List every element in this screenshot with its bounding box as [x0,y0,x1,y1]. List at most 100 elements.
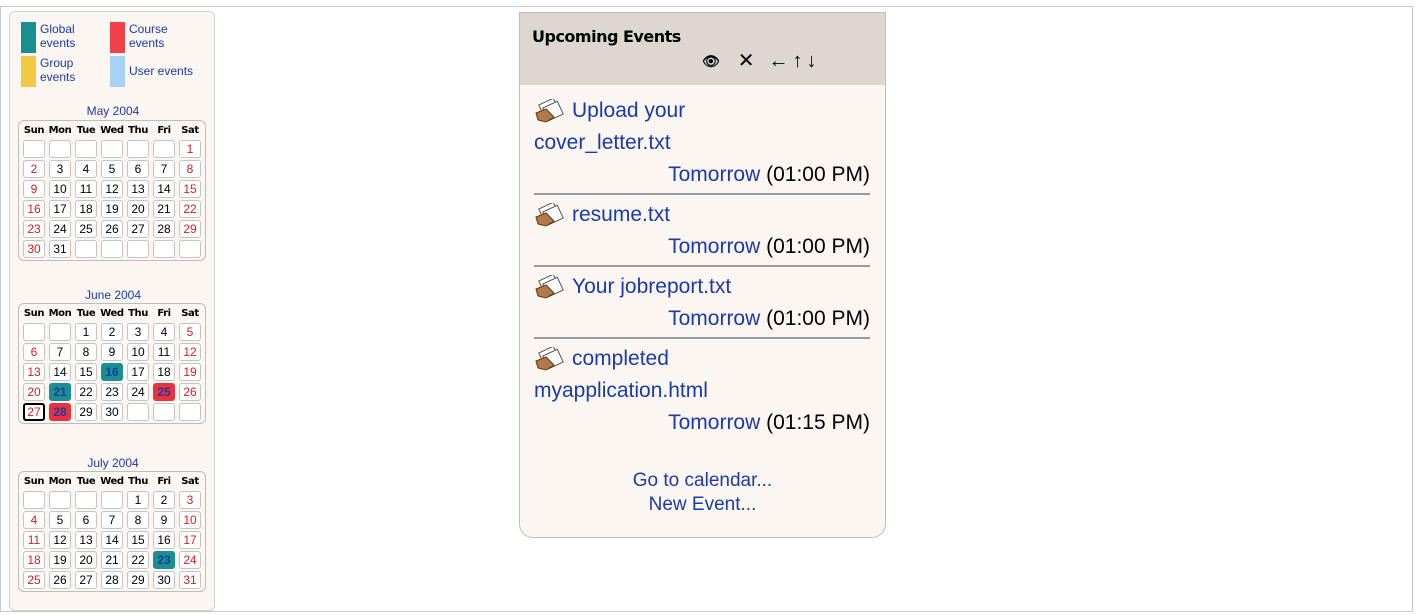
calendar-day[interactable]: 23 [153,551,175,569]
event-name-link[interactable]: Your jobreport.txt [534,271,870,303]
calendar-day[interactable]: 24 [127,383,149,401]
calendar-day[interactable]: 22 [75,383,97,401]
calendar-day[interactable]: 23 [23,220,45,238]
event-name-line1[interactable]: Your jobreport.txt [572,275,731,298]
calendar-day[interactable]: 3 [127,323,149,341]
event-name-link[interactable]: resume.txt [534,199,870,231]
calendar-day[interactable]: 31 [179,571,201,589]
calendar-day[interactable]: 22 [179,200,201,218]
calendar-day[interactable]: 14 [49,363,71,381]
event-name-line1[interactable]: completed [572,347,669,370]
calendar-day[interactable]: 25 [75,220,97,238]
calendar-day[interactable]: 1 [127,491,149,509]
calendar-day[interactable]: 16 [23,200,45,218]
calendar-day[interactable]: 30 [101,403,123,421]
legend-global[interactable]: Global events [21,22,110,53]
calendar-day[interactable]: 8 [179,160,201,178]
calendar-day[interactable]: 2 [101,323,123,341]
close-icon[interactable]: ✕ [738,51,755,71]
calendar-day[interactable]: 6 [127,160,149,178]
calendar-day[interactable]: 4 [23,511,45,529]
calendar-day[interactable]: 21 [49,383,71,401]
calendar-day[interactable]: 7 [101,511,123,529]
legend-user[interactable]: User events [110,56,219,87]
calendar-day[interactable]: 28 [49,403,71,421]
event-day-link[interactable]: Tomorrow [668,307,760,330]
calendar-day[interactable]: 9 [23,180,45,198]
month-title-july[interactable]: July 2004 [10,456,216,470]
calendar-day[interactable]: 13 [127,180,149,198]
calendar-day[interactable]: 5 [101,160,123,178]
calendar-day[interactable]: 25 [23,571,45,589]
calendar-day[interactable]: 17 [179,531,201,549]
legend-global-label[interactable]: Global events [40,22,110,50]
event-name-link[interactable]: completed myapplication.html [534,343,870,407]
calendar-day[interactable]: 20 [75,551,97,569]
arrow-left-icon[interactable]: ← [769,51,789,71]
event-day-link[interactable]: Tomorrow [668,163,760,186]
calendar-day[interactable]: 19 [179,363,201,381]
legend-course[interactable]: Course events [110,22,199,53]
new-event-link[interactable]: New Event... [520,493,885,517]
calendar-day[interactable]: 30 [153,571,175,589]
legend-group-label[interactable]: Group events [40,56,110,84]
calendar-day[interactable]: 19 [101,200,123,218]
calendar-day[interactable]: 5 [49,511,71,529]
calendar-day[interactable]: 24 [179,551,201,569]
calendar-day[interactable]: 2 [23,160,45,178]
arrow-up-icon[interactable]: ↑ [793,51,803,71]
event-day-link[interactable]: Tomorrow [668,411,760,434]
calendar-day[interactable]: 8 [127,511,149,529]
calendar-day[interactable]: 26 [101,220,123,238]
calendar-day[interactable]: 20 [127,200,149,218]
calendar-day[interactable]: 27 [23,403,45,421]
calendar-day[interactable]: 4 [153,323,175,341]
calendar-day[interactable]: 12 [49,531,71,549]
calendar-day[interactable]: 20 [23,383,45,401]
legend-group[interactable]: Group events [21,56,110,87]
calendar-day[interactable]: 22 [127,551,149,569]
calendar-day[interactable]: 27 [75,571,97,589]
calendar-day[interactable]: 18 [75,200,97,218]
calendar-day[interactable]: 21 [101,551,123,569]
event-name-line2[interactable]: myapplication.html [534,379,708,402]
calendar-day[interactable]: 5 [179,323,201,341]
eye-icon[interactable]: 👁 [702,51,720,71]
calendar-day[interactable]: 12 [179,343,201,361]
calendar-day[interactable]: 19 [49,551,71,569]
calendar-day[interactable]: 9 [153,511,175,529]
calendar-day[interactable]: 24 [49,220,71,238]
calendar-day[interactable]: 14 [153,180,175,198]
calendar-day[interactable]: 15 [179,180,201,198]
legend-user-label[interactable]: User events [129,56,219,78]
calendar-day[interactable]: 29 [75,403,97,421]
calendar-day[interactable]: 10 [127,343,149,361]
calendar-day[interactable]: 14 [101,531,123,549]
calendar-day[interactable]: 6 [23,343,45,361]
calendar-day[interactable]: 26 [49,571,71,589]
calendar-day[interactable]: 3 [179,491,201,509]
legend-course-label[interactable]: Course events [129,22,199,50]
calendar-day[interactable]: 27 [127,220,149,238]
calendar-day[interactable]: 1 [179,140,201,158]
calendar-day[interactable]: 25 [153,383,175,401]
calendar-day[interactable]: 16 [153,531,175,549]
calendar-day[interactable]: 13 [75,531,97,549]
event-name-link[interactable]: Upload your cover_letter.txt [534,95,870,159]
calendar-day[interactable]: 9 [101,343,123,361]
calendar-day[interactable]: 18 [23,551,45,569]
calendar-day[interactable]: 12 [101,180,123,198]
calendar-day[interactable]: 15 [127,531,149,549]
calendar-day[interactable]: 30 [23,240,45,258]
calendar-day[interactable]: 4 [75,160,97,178]
event-day-link[interactable]: Tomorrow [668,235,760,258]
arrow-down-icon[interactable]: ↓ [807,51,817,71]
calendar-day[interactable]: 11 [75,180,97,198]
calendar-day[interactable]: 2 [153,491,175,509]
calendar-day[interactable]: 13 [23,363,45,381]
calendar-day[interactable]: 7 [153,160,175,178]
calendar-day[interactable]: 16 [101,363,123,381]
calendar-day[interactable]: 6 [75,511,97,529]
calendar-day[interactable]: 11 [153,343,175,361]
calendar-day[interactable]: 21 [153,200,175,218]
